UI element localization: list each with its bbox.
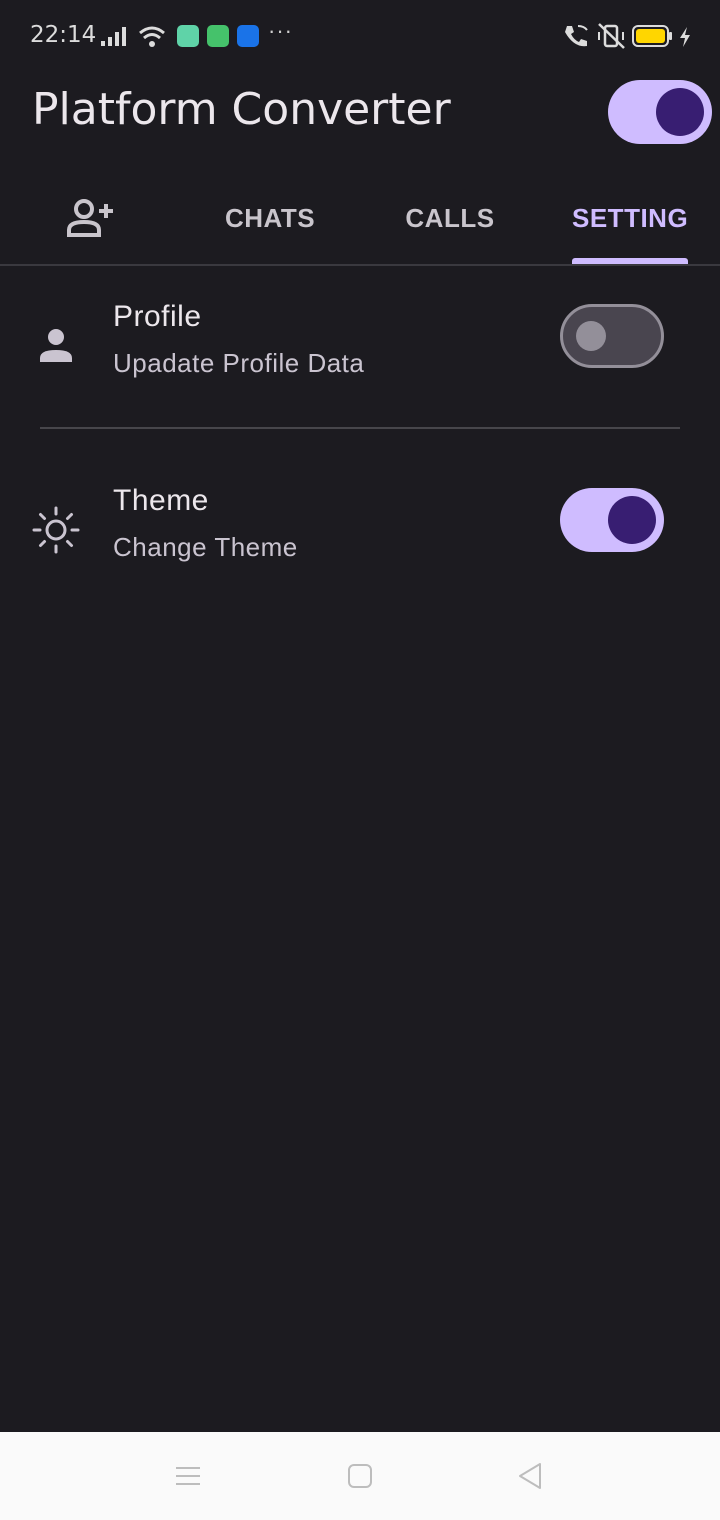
tab-indicator [572, 258, 688, 264]
usb-notification-icon [237, 25, 259, 47]
sun-icon [32, 506, 80, 554]
row-title: Theme [113, 484, 209, 517]
tab-add-contact[interactable] [0, 172, 180, 264]
tab-chats[interactable]: CHATS [180, 172, 360, 264]
divider [40, 427, 680, 429]
wifi-icon [139, 26, 165, 47]
settings-row-profile[interactable]: Profile Upadate Profile Data [0, 286, 720, 406]
app-notification-icon [177, 25, 199, 47]
row-subtitle: Change Theme [113, 532, 298, 562]
theme-toggle[interactable] [608, 80, 712, 144]
home-icon[interactable] [344, 1460, 376, 1492]
system-nav-bar [0, 1432, 720, 1520]
tab-bar: CHATS CALLS SETTING [0, 172, 720, 266]
row-subtitle: Upadate Profile Data [113, 348, 365, 378]
theme-setting-toggle[interactable] [560, 488, 664, 552]
toggle-knob [608, 496, 656, 544]
signal-icon [101, 27, 126, 46]
add-person-icon [67, 199, 113, 237]
wifi-calling-icon [565, 25, 588, 47]
row-title: Profile [113, 300, 202, 333]
tab-setting[interactable]: SETTING [540, 172, 720, 264]
menu-icon[interactable] [172, 1460, 204, 1492]
toggle-knob [576, 321, 606, 351]
battery-icon [632, 25, 672, 47]
person-icon [40, 329, 72, 362]
settings-row-theme[interactable]: Theme Change Theme [0, 470, 720, 590]
charging-icon [680, 27, 690, 47]
profile-toggle[interactable] [560, 304, 664, 368]
status-time: 22:14 [30, 22, 97, 48]
message-notification-icon [207, 25, 229, 47]
app-title: Platform Converter [32, 84, 451, 135]
vibrate-off-icon [598, 23, 625, 49]
status-bar: 22:14 ··· [0, 0, 720, 72]
more-notifications-icon: ··· [268, 18, 293, 43]
toggle-knob [656, 88, 704, 136]
tab-calls[interactable]: CALLS [360, 172, 540, 264]
back-icon[interactable] [514, 1460, 546, 1492]
